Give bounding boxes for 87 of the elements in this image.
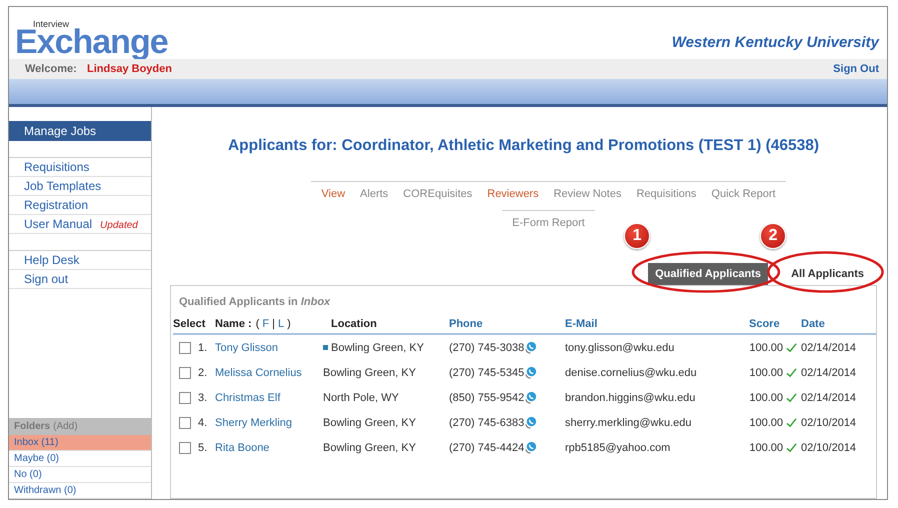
column-header: Select bbox=[173, 318, 206, 330]
email-cell: rpb5185@yahoo.com bbox=[565, 442, 670, 454]
view-tab[interactable]: Qualified Applicants bbox=[648, 263, 768, 285]
sign-out-link[interactable]: Sign Out bbox=[833, 63, 879, 75]
folders-title: Folders bbox=[14, 421, 50, 432]
date-cell: 02/14/2014 bbox=[801, 392, 856, 404]
column-header: Name : bbox=[215, 318, 252, 330]
email-cell: sherry.merkling@wku.edu bbox=[565, 416, 692, 428]
row-number: 4. bbox=[198, 416, 208, 428]
row-number: 5. bbox=[198, 442, 208, 454]
row-checkbox[interactable] bbox=[179, 342, 191, 354]
phone-icon[interactable] bbox=[524, 366, 538, 379]
folder-item[interactable]: Maybe (0) bbox=[9, 451, 151, 467]
row-checkbox[interactable] bbox=[179, 442, 191, 454]
welcome-label: Welcome: bbox=[25, 63, 78, 75]
phone-cell: (850) 755-9542 bbox=[449, 392, 524, 404]
phone-cell: (270) 745-3038 bbox=[449, 342, 524, 354]
location-cell: Bowling Green, KY bbox=[331, 342, 424, 354]
email-cell: tony.glisson@wku.edu bbox=[565, 342, 674, 354]
location-cell: Bowling Green, KY bbox=[323, 416, 416, 428]
score-cell: 100.00 bbox=[749, 342, 783, 354]
phone-icon[interactable] bbox=[524, 341, 538, 354]
date-cell: 02/10/2014 bbox=[801, 442, 856, 454]
phone-cell: (270) 745-6383 bbox=[449, 416, 524, 428]
user-name: Lindsay Boyden bbox=[87, 63, 173, 75]
sidebar-item[interactable]: Sign out bbox=[9, 270, 151, 289]
phone-cell: (270) 745-4424 bbox=[449, 442, 524, 454]
column-header[interactable]: Phone bbox=[449, 318, 483, 330]
subnav-link[interactable]: Quick Report bbox=[711, 188, 776, 200]
row-number: 1. bbox=[198, 342, 208, 354]
phone-icon[interactable] bbox=[524, 416, 538, 429]
folder-item[interactable]: Inbox (11) bbox=[9, 435, 151, 451]
institution-name: Western Kentucky University bbox=[672, 34, 879, 53]
folder-item[interactable]: Withdrawn (0) bbox=[9, 483, 151, 499]
row-checkbox[interactable] bbox=[179, 416, 191, 428]
sidebar-item[interactable]: Manage Jobs bbox=[9, 121, 151, 141]
subnav-link[interactable]: Requisitions bbox=[636, 188, 696, 200]
date-cell: 02/14/2014 bbox=[801, 366, 856, 378]
logo-subtitle: Interview bbox=[33, 20, 70, 29]
paren: ( bbox=[256, 318, 260, 330]
score-cell: 100.00 bbox=[749, 442, 783, 454]
phone-icon[interactable] bbox=[524, 441, 538, 454]
applicant-name[interactable]: Christmas Elf bbox=[215, 392, 280, 404]
score-cell: 100.00 bbox=[749, 416, 783, 428]
column-header[interactable]: E-Mail bbox=[565, 318, 598, 330]
row-number: 2. bbox=[198, 366, 208, 378]
column-header[interactable]: Score bbox=[749, 318, 780, 330]
sidebar-item[interactable]: Help Desk bbox=[9, 251, 151, 270]
score-cell: 100.00 bbox=[749, 392, 783, 404]
subnav-link[interactable]: Reviewers bbox=[487, 188, 539, 200]
row-checkbox[interactable] bbox=[179, 392, 191, 404]
page-title: Applicants for: Coordinator, Athletic Marketing and Promotions (TEST 1) (46538) bbox=[226, 137, 820, 155]
sort-link[interactable]: L bbox=[278, 318, 284, 330]
date-cell: 02/10/2014 bbox=[801, 416, 856, 428]
column-header[interactable]: Date bbox=[801, 318, 825, 330]
location-cell: North Pole, WY bbox=[323, 392, 399, 404]
sidebar-item[interactable]: Registration bbox=[9, 196, 151, 215]
phone-icon[interactable] bbox=[524, 391, 538, 404]
sidebar-item[interactable]: User Manual Updated bbox=[9, 215, 151, 234]
subnav-link[interactable]: Alerts bbox=[360, 188, 388, 200]
subnav-link[interactable]: COREquisites bbox=[403, 188, 472, 200]
applicant-name[interactable]: Tony Glisson bbox=[215, 342, 278, 354]
column-header: Location bbox=[331, 318, 377, 330]
email-cell: brandon.higgins@wku.edu bbox=[565, 392, 696, 404]
sidebar-item[interactable]: Job Templates bbox=[9, 177, 151, 196]
location-cell: Bowling Green, KY bbox=[323, 442, 416, 454]
phone-cell: (270) 745-5345 bbox=[449, 366, 524, 378]
sort-link[interactable]: F bbox=[262, 318, 270, 330]
row-checkbox[interactable] bbox=[179, 366, 191, 378]
callout-number: 2 bbox=[760, 223, 786, 249]
separator: | bbox=[272, 318, 275, 330]
row-number: 3. bbox=[198, 392, 208, 404]
applicant-name[interactable]: Melissa Cornelius bbox=[215, 366, 302, 378]
folder-item[interactable]: No (0) bbox=[9, 467, 151, 483]
subnav-link[interactable]: E-Form Report bbox=[512, 217, 585, 229]
subnav-link[interactable]: View bbox=[321, 188, 346, 200]
subnav-link[interactable]: Review Notes bbox=[554, 188, 622, 200]
sidebar-item[interactable]: Requisitions bbox=[9, 158, 151, 177]
date-cell: 02/14/2014 bbox=[801, 342, 856, 354]
location-cell: Bowling Green, KY bbox=[323, 366, 416, 378]
panel-title: Qualified Applicants in Inbox bbox=[179, 296, 332, 308]
applicant-name[interactable]: Sherry Merkling bbox=[215, 416, 292, 428]
email-cell: denise.cornelius@wku.edu bbox=[565, 366, 697, 378]
callout-number: 1 bbox=[624, 223, 650, 249]
paren: ) bbox=[287, 318, 291, 330]
applicant-name[interactable]: Rita Boone bbox=[215, 442, 270, 454]
score-cell: 100.00 bbox=[749, 366, 783, 378]
